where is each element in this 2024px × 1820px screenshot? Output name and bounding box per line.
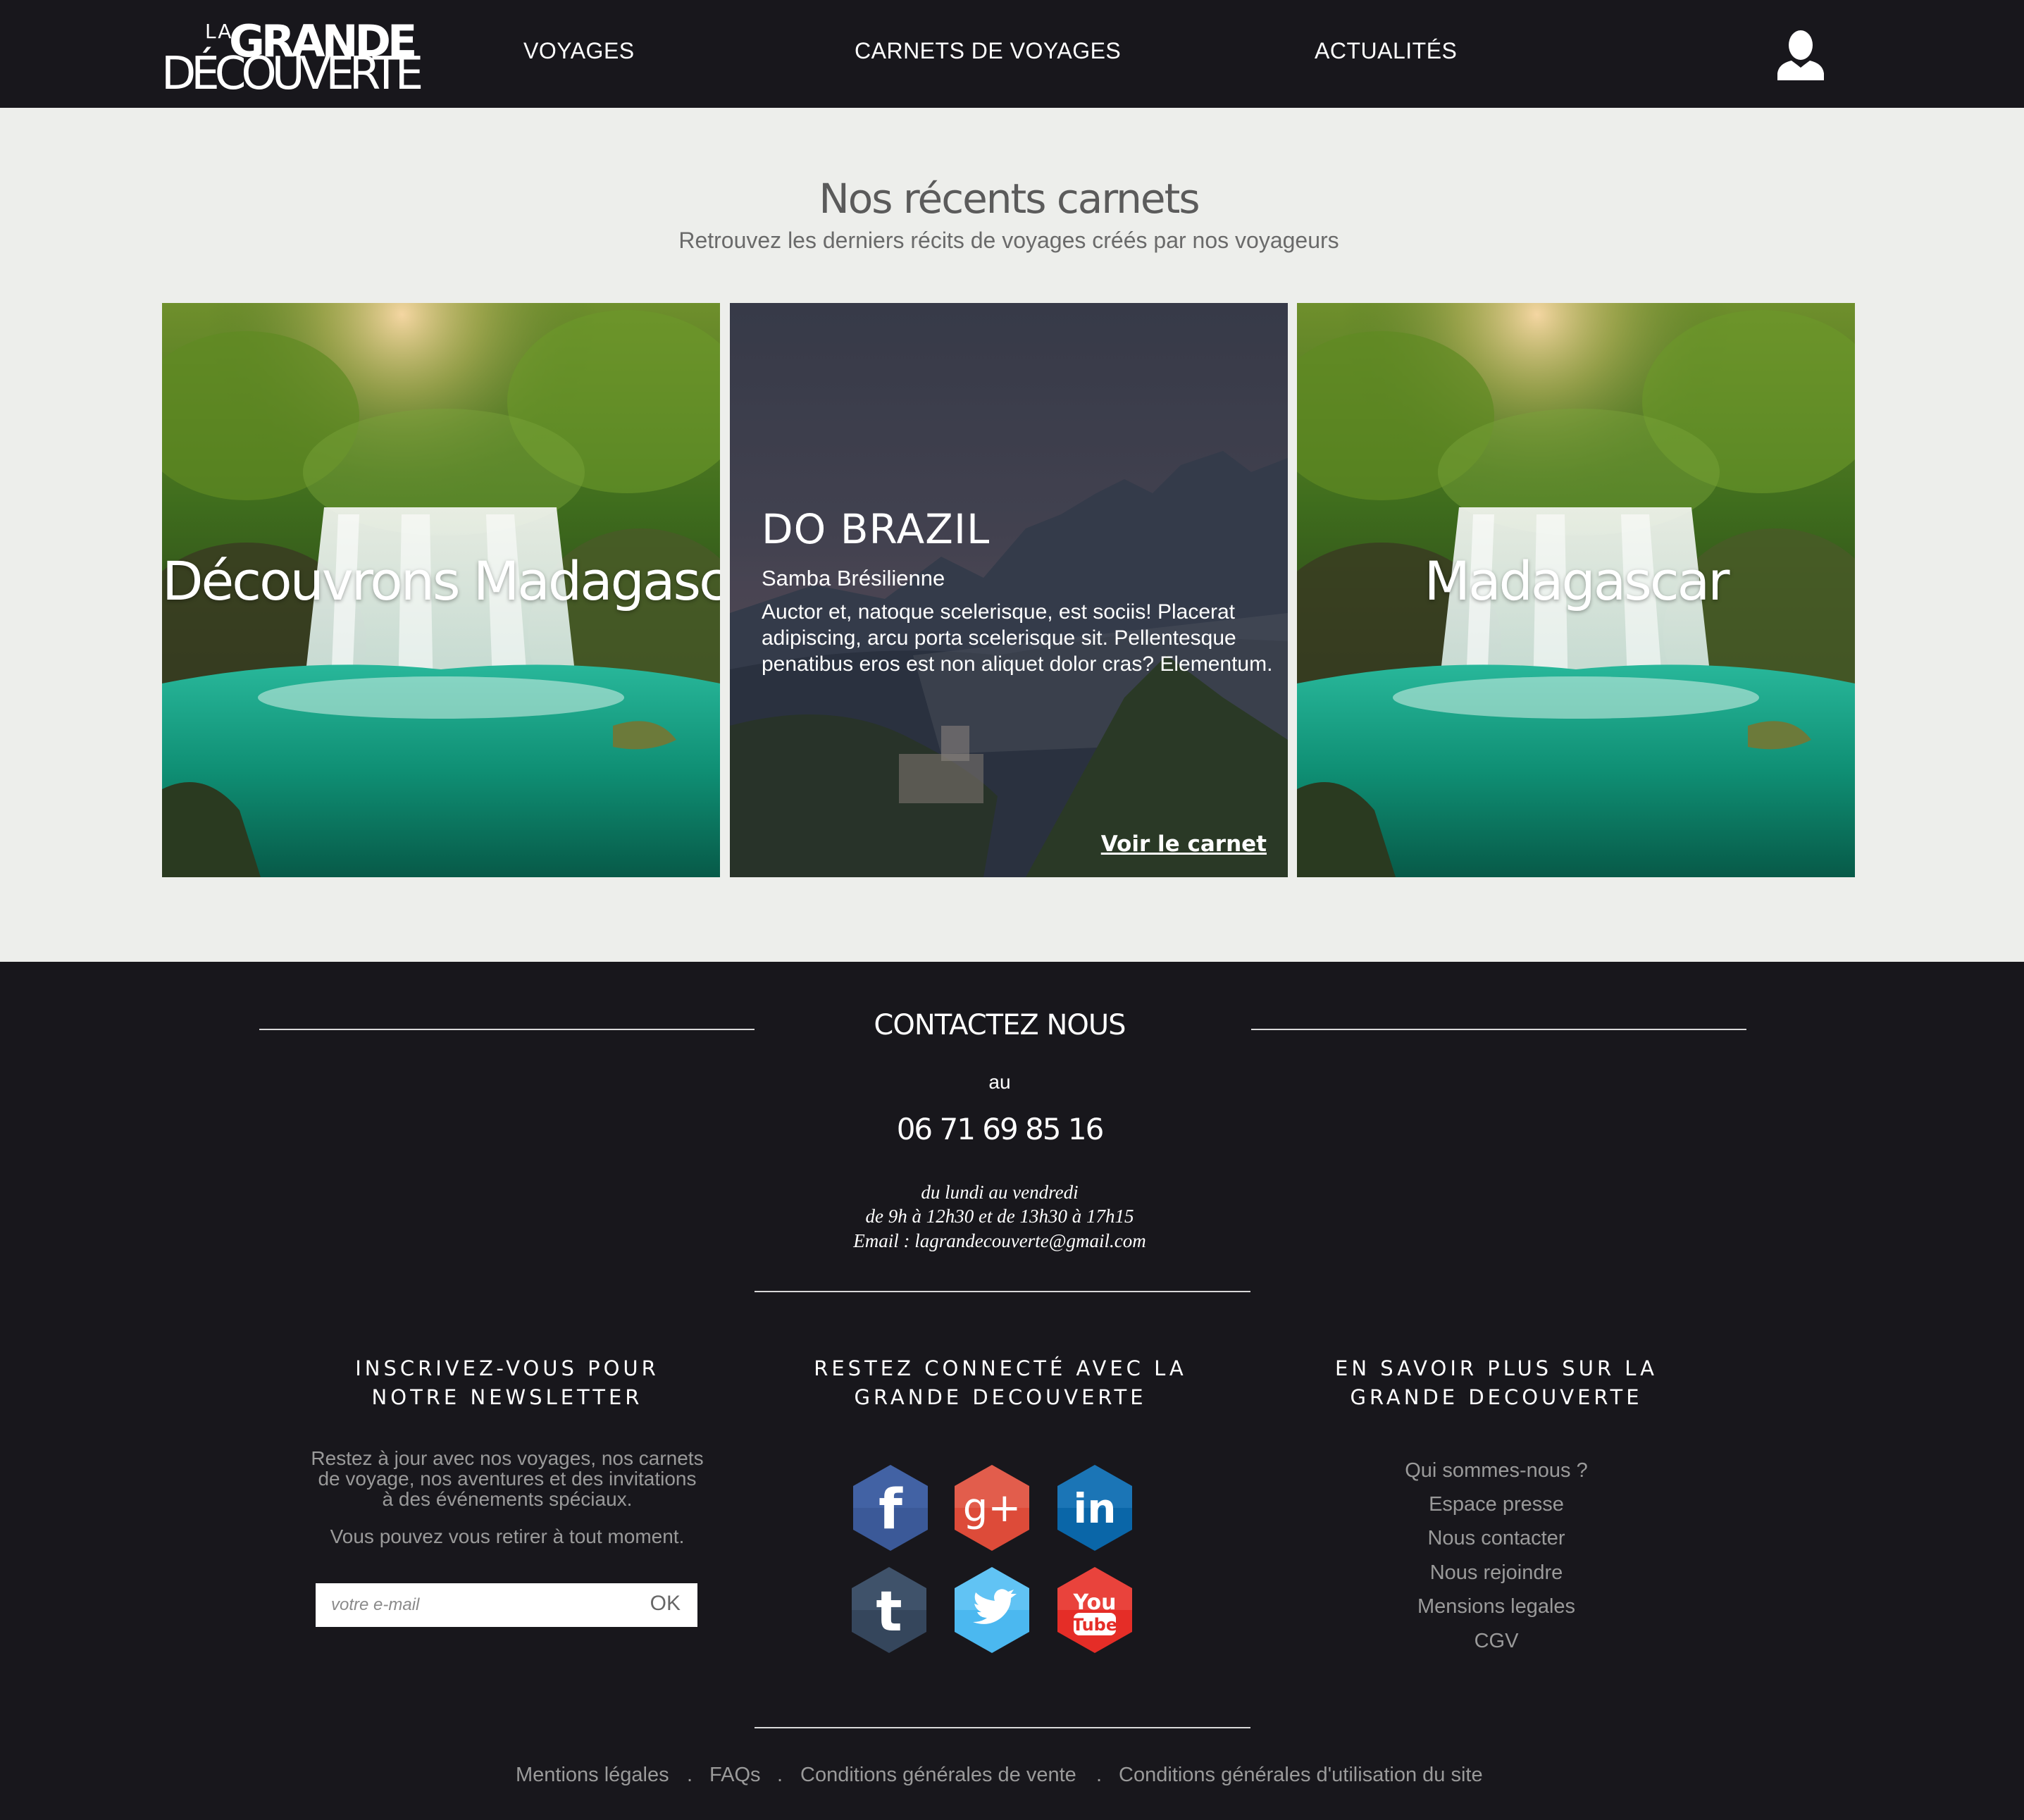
tumblr-icon[interactable]: t [849, 1566, 929, 1654]
info-link-nous-contacter[interactable]: Nous contacter [1299, 1527, 1694, 1550]
svg-text:g+: g+ [963, 1485, 1021, 1531]
voir-le-carnet-link[interactable]: Voir le carnet [1101, 831, 1267, 857]
info-link-cgv[interactable]: CGV [1299, 1630, 1694, 1653]
bottom-separator: . [687, 1764, 693, 1786]
section-subtitle: Retrouvez les derniers récits de voyages… [678, 228, 1339, 253]
carnet-card-decouvrons-madagascar[interactable]: Découvrons Madagascar [162, 303, 720, 877]
info-link-mentions-legales[interactable]: Mensions legales [1299, 1595, 1694, 1618]
user-icon[interactable] [1776, 28, 1825, 82]
logo-decouverte: DÉCOUVERTE [161, 48, 423, 100]
google-plus-icon[interactable]: g+ [952, 1463, 1032, 1552]
card-subtitle: Samba Brésilienne [762, 566, 945, 590]
youtube-icon[interactable]: You Tube [1055, 1566, 1135, 1654]
section-title: Nos récents carnets [819, 175, 1200, 223]
contact-days: du lundi au vendredi [921, 1182, 1079, 1203]
svg-text:f: f [878, 1478, 903, 1542]
nav-voyages[interactable]: VOYAGES [523, 38, 635, 64]
info-title: EN SAVOIR PLUS SUR LA GRANDE DECOUVERTE [1335, 1356, 1658, 1409]
card-description: Auctor et, natoque scelerisque, est soci… [762, 600, 1273, 676]
newsletter-ok-button[interactable]: OK [650, 1592, 681, 1616]
nav-carnets-de-voyages[interactable]: CARNETS DE VOYAGES [855, 38, 1121, 64]
carnet-card-do-brazil[interactable]: DO BRAZIL Samba Brésilienne Auctor et, n… [730, 303, 1288, 877]
info-link-qui-sommes-nous[interactable]: Qui sommes-nous ? [1299, 1459, 1694, 1482]
divider-left [259, 1029, 755, 1030]
contact-email[interactable]: Email : lagrandecouverte@gmail.com [750, 1230, 1250, 1252]
bottom-link-cgv[interactable]: Conditions générales de vente [800, 1764, 1076, 1787]
site-header: LA GRANDE DÉCOUVERTE VOYAGES CARNETS DE … [0, 0, 2024, 108]
site-logo[interactable]: LA GRANDE DÉCOUVERTE [161, 16, 423, 100]
card-title: DO BRAZIL [762, 505, 991, 553]
card-title: Découvrons Madagascar [162, 550, 720, 612]
svg-text:in: in [1073, 1485, 1116, 1533]
recent-carnets-section: Nos récents carnets Retrouvez les dernie… [0, 108, 2024, 962]
svg-text:You: You [1073, 1590, 1117, 1615]
bottom-separator: . [1096, 1764, 1103, 1786]
carnet-card-madagascar[interactable]: Madagascar [1297, 303, 1855, 877]
newsletter-title: INSCRIVEZ-VOUS POUR NOTRE NEWSLETTER [355, 1356, 659, 1409]
info-link-nous-rejoindre[interactable]: Nous rejoindre [1299, 1561, 1694, 1585]
contact-au: au [988, 1071, 1011, 1093]
divider-contact-bottom [755, 1291, 1250, 1292]
newsletter-text-unsubscribe: Vous pouvez vous retirer à tout moment. [330, 1525, 685, 1547]
bottom-link-mentions-legales[interactable]: Mentions légales [516, 1764, 669, 1787]
card-title: Madagascar [1424, 550, 1730, 612]
linkedin-icon[interactable]: in [1055, 1463, 1135, 1552]
twitter-icon[interactable] [952, 1566, 1032, 1654]
bottom-link-faqs[interactable]: FAQs [709, 1764, 761, 1787]
newsletter-form: OK [316, 1583, 697, 1627]
contact-phone[interactable]: 06 71 69 85 16 [820, 1112, 1179, 1146]
svg-text:t: t [876, 1580, 902, 1644]
bottom-link-cgu[interactable]: Conditions générales d'utilisation du si… [1119, 1764, 1483, 1787]
nav-actualites[interactable]: ACTUALITÉS [1315, 38, 1457, 64]
newsletter-text: Restez à jour avec nos voyages, nos carn… [311, 1447, 704, 1510]
divider-right [1251, 1029, 1746, 1030]
info-link-espace-presse[interactable]: Espace presse [1299, 1493, 1694, 1516]
svg-text:Tube: Tube [1072, 1615, 1117, 1635]
newsletter-email-input[interactable] [316, 1583, 626, 1627]
contact-hours: de 9h à 12h30 et de 13h30 à 17h15 [865, 1206, 1134, 1227]
divider-bottom [755, 1727, 1250, 1728]
contact-title: CONTACTEZ NOUS [874, 1009, 1126, 1041]
social-title: RESTEZ CONNECTÉ AVEC LA GRANDE DECOUVERT… [814, 1356, 1187, 1409]
bottom-separator: . [777, 1764, 783, 1786]
facebook-icon[interactable]: f [850, 1463, 931, 1552]
